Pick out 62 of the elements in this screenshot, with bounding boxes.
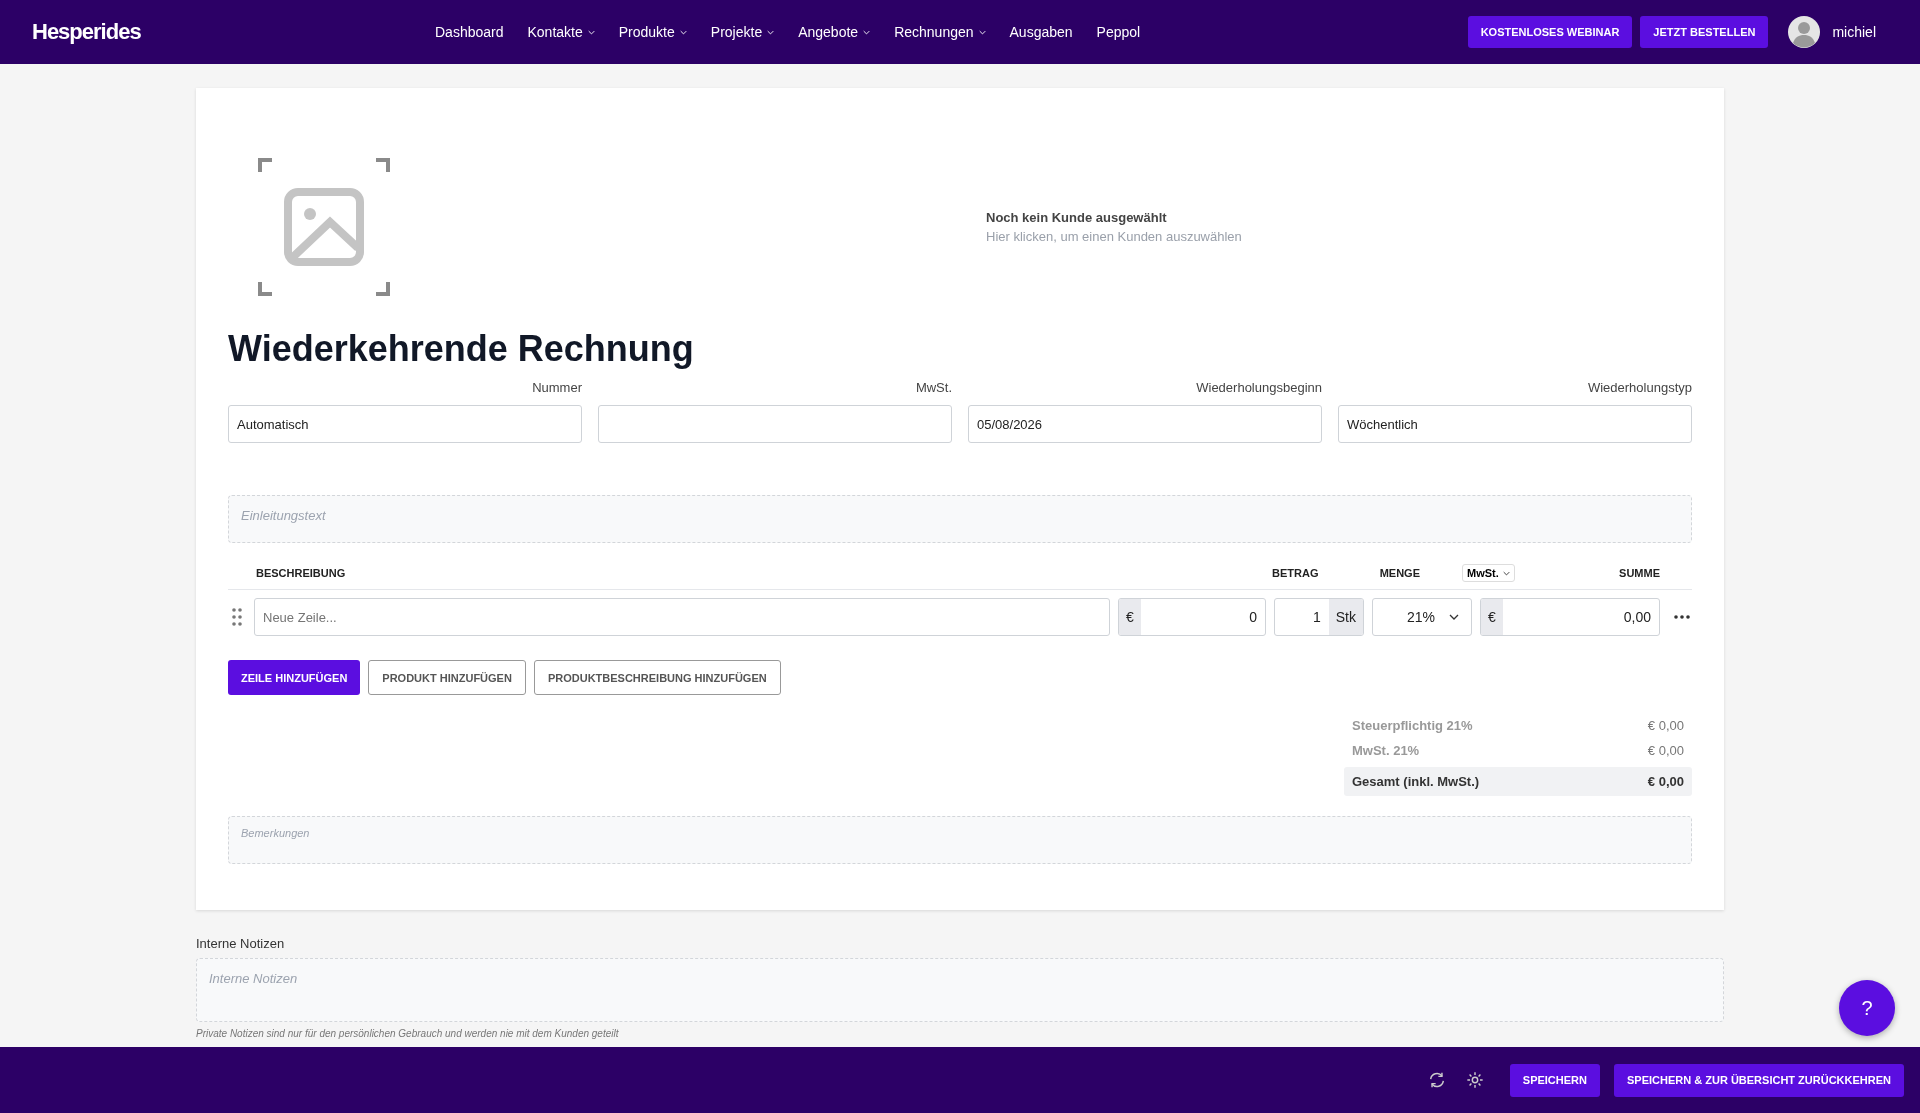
avatar-icon[interactable] xyxy=(1788,16,1821,48)
column-header: SUMME xyxy=(1618,567,1660,579)
nav-link[interactable]: Angebote xyxy=(798,24,871,40)
nav-link[interactable]: Ausgaben xyxy=(1009,24,1073,40)
total-value: € 0,00 xyxy=(1647,774,1684,789)
input-field[interactable]: 05/08/2026 xyxy=(968,405,1322,443)
field-label: Wiederholungstyp xyxy=(1586,380,1692,395)
caret-icon xyxy=(679,29,687,35)
field-label: MwSt. xyxy=(914,380,952,395)
refresh-icon[interactable] xyxy=(1427,1071,1446,1089)
column-header: MENGE xyxy=(1378,567,1420,579)
image-placeholder-icon[interactable] xyxy=(258,158,390,296)
input-field[interactable]: Automatisch xyxy=(228,405,582,443)
caret-icon xyxy=(863,29,871,35)
field-label: Wiederholungsbeginn xyxy=(1195,380,1322,395)
caret-icon xyxy=(978,29,986,35)
save-button[interactable]: SPEICHERN & ZUR ÜBERSICHT ZURÜCKKEHREN xyxy=(1614,1063,1904,1097)
customer-title[interactable]: Noch kein Kunde ausgewählt xyxy=(986,210,1242,225)
input-field[interactable]: Wöchentlich xyxy=(1338,405,1692,443)
save-button[interactable]: SPEICHERN xyxy=(1509,1063,1600,1097)
description-field[interactable]: Neue Zeile... xyxy=(254,598,1110,636)
vat-select[interactable]: 21% xyxy=(1372,598,1472,636)
column-header: BESCHREIBUNG xyxy=(256,567,347,579)
notes-field[interactable]: Interne Notizen xyxy=(196,958,1724,1022)
intro-text-field[interactable]: Einleitungstext xyxy=(228,495,1692,543)
total-value: € 0,00 xyxy=(1647,718,1684,733)
add-button[interactable]: PRODUKT HINZUFÜGEN xyxy=(368,660,526,695)
add-button[interactable]: PRODUKTBESCHREIBUNG HINZUFÜGEN xyxy=(533,660,781,695)
user-name[interactable]: michiel xyxy=(1832,24,1876,40)
column-header: BETRAG xyxy=(1272,567,1320,579)
header-button[interactable]: KOSTENLOSES WEBINAR xyxy=(1467,16,1633,48)
settings-icon[interactable] xyxy=(1465,1071,1484,1089)
help-button[interactable]: ? xyxy=(1839,980,1895,1036)
remarks-field[interactable]: Bemerkungen xyxy=(228,816,1692,864)
nav-link[interactable]: Projekte xyxy=(710,24,775,40)
nav-link[interactable]: Kontakte xyxy=(527,24,595,40)
sum-field[interactable]: € 0,00 xyxy=(1480,598,1660,636)
caret-icon xyxy=(767,29,775,35)
nav-link[interactable]: Dashboard xyxy=(435,24,504,40)
more-icon[interactable] xyxy=(1674,615,1690,619)
amount-field[interactable]: € 0 xyxy=(1118,598,1266,636)
nav-link[interactable]: Peppol xyxy=(1096,24,1141,40)
total-label: MwSt. 21% xyxy=(1352,743,1420,758)
vat-column-dropdown[interactable]: MwSt. xyxy=(1462,564,1515,582)
drag-handle-icon[interactable] xyxy=(232,608,242,626)
caret-icon xyxy=(1502,570,1510,576)
input-field[interactable] xyxy=(598,405,952,443)
header-button[interactable]: JETZT BESTELLEN xyxy=(1640,16,1769,48)
page-title: Wiederkehrende Rechnung xyxy=(228,328,695,370)
quantity-field[interactable]: 1 Stk xyxy=(1274,598,1364,636)
total-value: € 0,00 xyxy=(1647,743,1684,758)
total-label: Gesamt (inkl. MwSt.) xyxy=(1352,774,1480,789)
caret-icon xyxy=(587,29,595,35)
caret-icon xyxy=(1449,614,1459,620)
notes-hint: Private Notizen sind nur für den persönlichen Gebrauch und werden nie mit dem Kunden geteilt xyxy=(196,1028,620,1039)
nav-link[interactable]: Rechnungen xyxy=(894,24,986,40)
field-label: Nummer xyxy=(531,380,582,395)
add-button[interactable]: ZEILE HINZUFÜGEN xyxy=(228,660,361,695)
notes-label: Interne Notizen xyxy=(196,936,286,951)
nav-link[interactable]: Produkte xyxy=(618,24,687,40)
logo[interactable]: Hesperides xyxy=(32,19,435,45)
total-label: Steuerpflichtig 21% xyxy=(1352,718,1473,733)
